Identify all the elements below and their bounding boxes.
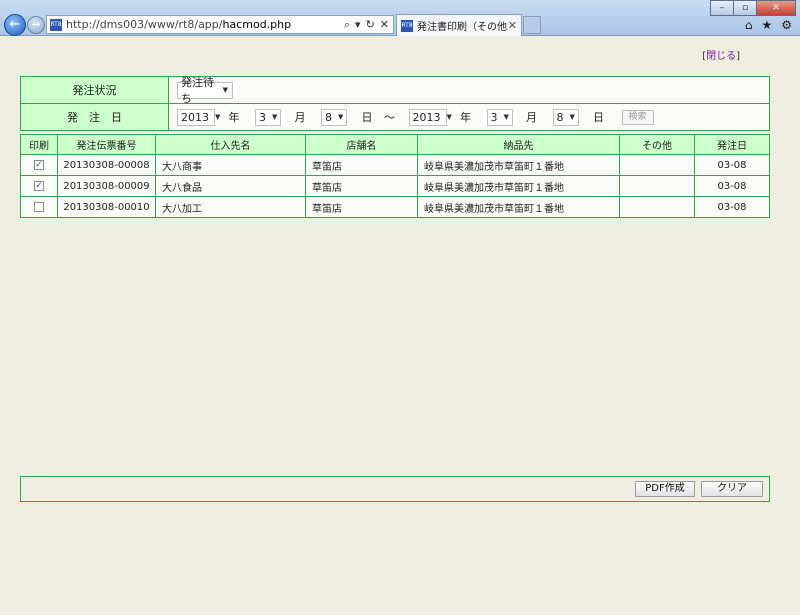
store-cell: 草笛店 bbox=[305, 175, 418, 197]
chevron-down-icon: ▼ bbox=[222, 86, 228, 94]
address-url[interactable]: http://dms003/www/rt8/app/hacmod.php bbox=[66, 18, 344, 31]
to-month-select[interactable]: 3 ▼ bbox=[486, 108, 513, 126]
url-prefix: http://dms003/www/rt8/app/ bbox=[66, 18, 223, 31]
col-slip-no: 発注伝票番号 bbox=[57, 134, 156, 155]
date-cell: 03-08 bbox=[694, 196, 770, 218]
forward-arrow-icon[interactable]: → bbox=[27, 16, 45, 34]
delivery-cell: 岐阜県美濃加茂市草笛町１番地 bbox=[417, 154, 620, 176]
close-link[interactable]: 閉じる bbox=[706, 51, 736, 62]
status-label: 発注状況 bbox=[20, 76, 169, 104]
search-button[interactable]: 検索 bbox=[621, 109, 654, 125]
store-cell: 草笛店 bbox=[305, 154, 418, 176]
table-row: ✓ 20130308-00008 大八商事 草笛店 岐阜県美濃加茂市草笛町１番地… bbox=[20, 154, 770, 176]
pdf-create-button[interactable]: PDF作成 bbox=[635, 481, 695, 497]
to-year-select[interactable]: 2013 ▼ bbox=[408, 108, 452, 126]
status-select-value: 発注待ち bbox=[181, 76, 214, 105]
col-store: 店舗名 bbox=[305, 134, 418, 155]
date-cell: 03-08 bbox=[694, 175, 770, 197]
filter-table: 発注状況 発注待ち ▼ 発 注 日 2013 ▼ 年 3 ▼ 月 8 ▼ 日 ～ 201… bbox=[20, 76, 770, 131]
bracket-close: ] bbox=[736, 51, 740, 62]
tab-title: 発注書印刷（その他入力） bbox=[417, 22, 508, 33]
url-file: hacmod.php bbox=[222, 18, 292, 31]
print-checkbox[interactable]: ✓ bbox=[34, 180, 44, 191]
chevron-down-icon: ▼ bbox=[272, 113, 278, 121]
from-day-value: 8 bbox=[325, 110, 332, 124]
chevron-down-icon: ▼ bbox=[503, 113, 509, 121]
other-cell bbox=[619, 175, 695, 197]
chevron-down-icon: ▼ bbox=[446, 113, 452, 121]
store-cell: 草笛店 bbox=[305, 196, 418, 218]
day-unit: 日 bbox=[361, 111, 373, 124]
month-unit: 月 bbox=[526, 111, 537, 124]
print-checkbox[interactable] bbox=[34, 201, 44, 212]
status-select[interactable]: 発注待ち ▼ bbox=[177, 76, 233, 105]
close-link-wrapper: [閉じる] bbox=[702, 47, 740, 62]
window-close-icon[interactable]: ✕ bbox=[756, 0, 796, 16]
slip-no-cell: 20130308-00008 bbox=[57, 154, 156, 176]
day-unit: 日 bbox=[593, 111, 604, 124]
chevron-down-icon: ▼ bbox=[215, 113, 221, 121]
other-cell bbox=[619, 196, 695, 218]
order-list-table: 印刷 発注伝票番号 仕入先名 店舗名 納品先 その他 発注日 ✓ 2013030… bbox=[20, 134, 770, 218]
from-day-select[interactable]: 8 ▼ bbox=[321, 108, 347, 126]
minimize-icon[interactable]: – bbox=[710, 0, 734, 16]
refresh-icon[interactable]: ↻ bbox=[366, 18, 375, 32]
address-search-icon[interactable]: ⌕ bbox=[344, 18, 350, 32]
supplier-cell: 大八加工 bbox=[155, 196, 306, 218]
to-day-select[interactable]: 8 ▼ bbox=[552, 108, 579, 126]
col-delivery: 納品先 bbox=[417, 134, 620, 155]
site-favicon-icon: RT8 bbox=[50, 18, 62, 31]
browser-tab[interactable]: RT8 発注書印刷（その他入力） ✕ bbox=[396, 14, 522, 36]
other-cell bbox=[619, 154, 695, 176]
maximize-icon[interactable]: ▫ bbox=[733, 0, 757, 16]
table-row: ✓ 20130308-00009 大八食品 草笛店 岐阜県美濃加茂市草笛町１番地… bbox=[20, 175, 770, 197]
col-other: その他 bbox=[619, 134, 695, 155]
address-dropdown-icon[interactable]: ▾ bbox=[355, 18, 361, 32]
print-checkbox[interactable]: ✓ bbox=[34, 159, 44, 170]
delivery-cell: 岐阜県美濃加茂市草笛町１番地 bbox=[417, 175, 620, 197]
back-arrow-icon[interactable]: ← bbox=[4, 14, 26, 36]
order-date-label: 発 注 日 bbox=[20, 103, 169, 131]
from-month-select[interactable]: 3 ▼ bbox=[255, 108, 281, 126]
window-controls: – ▫ ✕ bbox=[710, 0, 796, 16]
to-month-value: 3 bbox=[490, 110, 498, 124]
chevron-down-icon: ▼ bbox=[338, 113, 344, 121]
from-month-value: 3 bbox=[259, 110, 266, 124]
date-cell: 03-08 bbox=[694, 154, 770, 176]
range-separator: ～ bbox=[384, 111, 395, 124]
table-header-row: 印刷 発注伝票番号 仕入先名 店舗名 納品先 その他 発注日 bbox=[20, 134, 770, 155]
supplier-cell: 大八商事 bbox=[155, 154, 306, 176]
browser-chrome: – ▫ ✕ ← → RT8 http://dms003/www/rt8/app/… bbox=[0, 0, 800, 36]
to-day-value: 8 bbox=[556, 110, 564, 124]
address-bar[interactable]: RT8 http://dms003/www/rt8/app/hacmod.php… bbox=[46, 15, 394, 34]
col-supplier: 仕入先名 bbox=[155, 134, 306, 155]
year-unit: 年 bbox=[460, 111, 471, 124]
year-unit: 年 bbox=[228, 111, 240, 124]
tab-close-icon[interactable]: ✕ bbox=[508, 19, 521, 32]
from-year-select[interactable]: 2013 ▼ bbox=[177, 108, 220, 126]
delivery-cell: 岐阜県美濃加茂市草笛町１番地 bbox=[417, 196, 620, 218]
supplier-cell: 大八食品 bbox=[155, 175, 306, 197]
favorites-star-icon[interactable]: ★ bbox=[761, 18, 772, 32]
slip-no-cell: 20130308-00009 bbox=[57, 175, 156, 197]
table-row: 20130308-00010 大八加工 草笛店 岐阜県美濃加茂市草笛町１番地 0… bbox=[20, 196, 770, 218]
col-print: 印刷 bbox=[20, 134, 58, 155]
to-year-value: 2013 bbox=[412, 110, 441, 124]
chevron-down-icon: ▼ bbox=[569, 113, 575, 121]
tab-favicon-icon: RT8 bbox=[401, 19, 413, 32]
from-year-value: 2013 bbox=[181, 110, 209, 124]
month-unit: 月 bbox=[294, 111, 306, 124]
action-bar: PDF作成 クリア bbox=[20, 476, 770, 502]
new-tab-button[interactable] bbox=[523, 16, 541, 34]
stop-icon[interactable]: ✕ bbox=[380, 18, 389, 32]
col-date: 発注日 bbox=[694, 134, 770, 155]
clear-button[interactable]: クリア bbox=[701, 481, 763, 497]
home-icon[interactable]: ⌂ bbox=[745, 18, 753, 32]
tools-gear-icon[interactable]: ⚙ bbox=[781, 18, 792, 32]
slip-no-cell: 20130308-00010 bbox=[57, 196, 156, 218]
